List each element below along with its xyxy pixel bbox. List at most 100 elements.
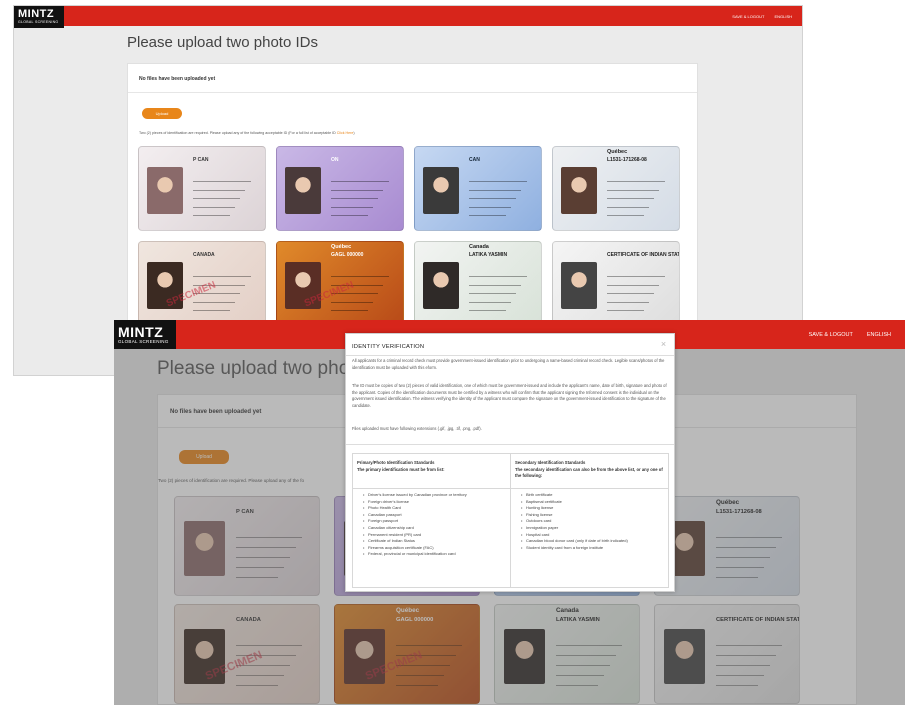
id-text-line <box>331 181 389 182</box>
id-list-item: Firearms acquisition certificate (FAC) <box>363 545 508 552</box>
id-photo <box>285 167 321 214</box>
id-photo <box>423 262 459 309</box>
page-title: Please upload two photo IDs <box>127 34 318 51</box>
logo-wordmark: MINTZ <box>18 8 55 21</box>
id-card-brand: Québec <box>607 149 628 155</box>
id-card-label: L1531-171268-08 <box>607 157 647 163</box>
id-text-line <box>331 207 373 208</box>
id-sample-card-drivers-licence: CAN <box>414 146 542 231</box>
id-list-item: Foreign passport <box>363 518 508 525</box>
mintz-logo[interactable]: MINTZ GLOBAL SCREENING <box>14 6 64 28</box>
id-card-brand: Canada <box>469 244 489 250</box>
id-card-label: CANADA <box>193 252 215 258</box>
id-text-line <box>469 181 527 182</box>
save-logout-link[interactable]: SAVE & LOGOUT <box>809 332 853 338</box>
id-text-line <box>469 190 521 191</box>
modal-title: IDENTITY VERIFICATION <box>352 344 425 350</box>
id-list-item: Birth certificate <box>521 492 666 499</box>
id-sample-card-photo-card: ON <box>276 146 404 231</box>
id-photo <box>423 167 459 214</box>
id-card-brand: Québec <box>331 244 352 250</box>
secondary-standards-heading: Secondary Identification Standards The s… <box>515 460 665 480</box>
no-files-message: No files have been uploaded yet <box>139 76 216 82</box>
id-text-line <box>193 302 235 303</box>
id-text-line <box>193 198 240 199</box>
id-list-item: Permanent resident (PR) card <box>363 532 508 539</box>
id-list-item: Baptismal certificate <box>521 499 666 506</box>
id-sample-card-quebec-health-card: GAGL 000000 Québec SPECIMEN <box>276 241 404 326</box>
close-icon[interactable]: × <box>659 340 668 349</box>
id-text-line <box>469 285 521 286</box>
instructions-close: ) <box>353 131 355 135</box>
panel-divider <box>128 92 697 93</box>
mintz-logo[interactable]: MINTZ GLOBAL SCREENING <box>114 320 176 349</box>
id-text-line <box>193 207 235 208</box>
id-text-line <box>193 276 251 277</box>
id-list-item: Fishing license <box>521 512 666 519</box>
language-link[interactable]: ENGLISH <box>867 332 891 338</box>
id-list-item: Outdoors card <box>521 518 666 525</box>
id-card-label: CERTIFICATE OF INDIAN STATUS <box>607 252 680 258</box>
secondary-standards-title: Secondary Identification Standards <box>515 460 586 465</box>
id-text-line <box>331 215 368 216</box>
id-sample-card-passport: P CAN <box>138 146 266 231</box>
primary-standards-subtitle: The primary identification must be from … <box>357 466 445 472</box>
id-text-line <box>331 310 368 311</box>
logo-wordmark: MINTZ <box>118 323 164 340</box>
primary-standards-heading: Primary/Photo Identification Standards T… <box>357 460 507 473</box>
id-text-line <box>607 302 649 303</box>
acceptable-id-link[interactable]: Click Here <box>337 131 354 135</box>
save-logout-link[interactable]: SAVE & LOGOUT <box>732 14 764 19</box>
id-card-label: GAGL 000000 <box>331 252 364 258</box>
primary-standards-title: Primary/Photo Identification Standards <box>357 460 435 465</box>
id-photo <box>561 262 597 309</box>
primary-standards-column: Primary/Photo Identification Standards T… <box>353 454 511 587</box>
id-text-line <box>469 302 511 303</box>
language-link[interactable]: ENGLISH <box>774 14 792 19</box>
id-text-line <box>331 198 378 199</box>
top-navbar: SAVE & LOGOUT ENGLISH <box>14 6 802 26</box>
id-text-line <box>193 181 251 182</box>
logo-tagline: GLOBAL SCREENING <box>18 20 59 25</box>
modal-page-screen: SAVE & LOGOUT ENGLISH MINTZ GLOBAL SCREE… <box>114 320 905 705</box>
instructions-text: Two (2) pieces of identification are req… <box>139 131 337 135</box>
id-text-line <box>331 276 389 277</box>
secondary-standards-column: Secondary Identification Standards The s… <box>511 454 669 587</box>
id-list-item: Hospital card <box>521 532 666 539</box>
id-list-item: Photo Health Card <box>363 505 508 512</box>
id-text-line <box>607 285 659 286</box>
id-text-line <box>469 215 506 216</box>
logo-tagline: GLOBAL SCREENING <box>118 338 169 344</box>
id-list-item: Driver's license issued by Canadian prov… <box>363 492 508 499</box>
id-list-item: Student identity card from a foreign ins… <box>521 545 666 552</box>
id-text-line <box>331 190 383 191</box>
id-card-label: P CAN <box>193 157 209 163</box>
id-text-line <box>607 293 654 294</box>
id-text-line <box>607 276 665 277</box>
id-text-line <box>331 302 373 303</box>
id-text-line <box>469 198 516 199</box>
id-text-line <box>607 198 654 199</box>
modal-divider <box>346 444 674 445</box>
id-text-line <box>469 310 506 311</box>
id-text-line <box>193 310 230 311</box>
id-text-line <box>193 190 245 191</box>
id-sample-card-permis-de-conduire: L1531-171268-08 Québec <box>552 146 680 231</box>
id-list-item: Canadian passport <box>363 512 508 519</box>
secondary-standards-subtitle: The secondary identification can also be… <box>515 466 663 479</box>
id-sample-card-passport-page: CANADA SPECIMEN <box>138 241 266 326</box>
id-text-line <box>469 293 516 294</box>
id-card-label: ON <box>331 157 339 163</box>
secondary-id-list: Birth certificateBaptismal certificateHu… <box>521 492 666 551</box>
id-list-item: Foreign driver's license <box>363 499 508 506</box>
modal-divider <box>346 355 674 356</box>
id-text-line <box>607 181 665 182</box>
primary-id-list: Driver's license issued by Canadian prov… <box>363 492 508 558</box>
modal-paragraph-requirements: The ID must be copies of two (2) pieces … <box>352 383 667 408</box>
id-list-item: Immigration paper <box>521 525 666 532</box>
id-photo <box>561 167 597 214</box>
modal-paragraph-intro: All applicants for a criminal record che… <box>352 358 665 370</box>
id-text-line <box>607 310 644 311</box>
upload-button[interactable]: Upload <box>142 108 182 119</box>
id-text-line <box>607 215 644 216</box>
